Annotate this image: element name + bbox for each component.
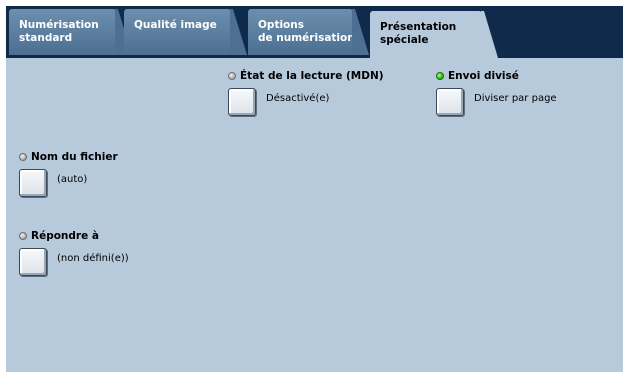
file-name-option-label: Nom du fichier [31, 151, 118, 163]
tab-bar: Numérisation standard Qualité image Opti… [6, 6, 623, 58]
tab-label-line-2: standard [19, 32, 73, 44]
tab-edge-shape [352, 9, 369, 55]
status-indicator-icon [19, 232, 27, 240]
tab-edge-shape [230, 9, 247, 55]
tab-edge-shape [481, 11, 498, 58]
status-indicator-icon [436, 72, 444, 80]
file-name-option-value: (auto) [57, 174, 88, 185]
tab-scan-options[interactable]: Options de numérisation [248, 9, 369, 55]
status-indicator-icon [19, 153, 27, 161]
tab-special-layout[interactable]: Présentation spéciale [370, 11, 498, 58]
tab-label-line-1: Options [258, 19, 304, 31]
split-send-option-label: Envoi divisé [448, 70, 519, 82]
mdn-option-label: État de la lecture (MDN) [240, 70, 384, 82]
tab-label-line-1: Présentation [380, 21, 457, 33]
mdn-option-value: Désactivé(e) [266, 93, 330, 104]
reply-to-option-value: (non défini(e)) [57, 253, 129, 264]
split-send-option-value: Diviser par page [474, 93, 557, 104]
reply-to-option-button[interactable] [19, 248, 47, 276]
scan-settings-screen: Numérisation standard Qualité image Opti… [0, 0, 629, 378]
tab-label-line-1: Qualité image [134, 19, 217, 31]
status-indicator-icon [228, 72, 236, 80]
tab-label-line-2: spéciale [380, 34, 429, 46]
reply-to-option-title: Répondre à [19, 230, 99, 243]
mdn-option-title: État de la lecture (MDN) [228, 70, 384, 83]
tab-image-quality[interactable]: Qualité image [124, 9, 247, 55]
split-send-option-title: Envoi divisé [436, 70, 519, 83]
mdn-option-button[interactable] [228, 88, 256, 116]
tab-label-line-2: de numérisation [258, 32, 355, 44]
reply-to-option-label: Répondre à [31, 230, 99, 242]
tab-standard-scan[interactable]: Numérisation standard [9, 9, 132, 55]
special-layout-panel: État de la lecture (MDN) Désactivé(e) En… [6, 58, 623, 372]
file-name-option-title: Nom du fichier [19, 151, 118, 164]
file-name-option-button[interactable] [19, 169, 47, 197]
tab-label-line-1: Numérisation [19, 19, 99, 31]
split-send-option-button[interactable] [436, 88, 464, 116]
